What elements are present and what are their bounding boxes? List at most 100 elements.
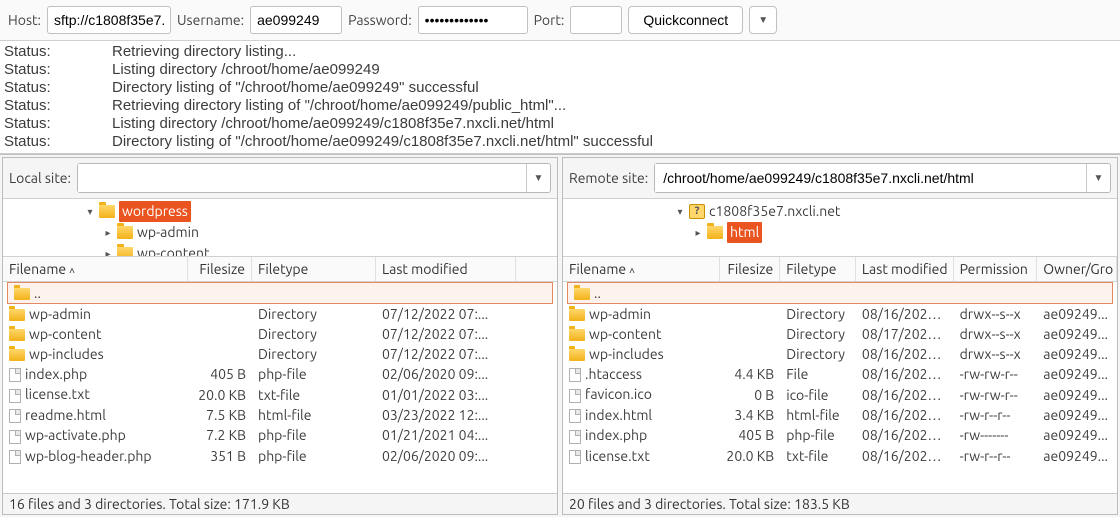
password-input[interactable] [418, 6, 528, 34]
folder-icon [9, 349, 25, 361]
log-line: Status:Listing directory /chroot/home/ae… [4, 61, 1116, 79]
file-row[interactable]: wp-contentDirectory08/17/2022 ...drwx--s… [563, 324, 1117, 344]
folder-icon [569, 309, 585, 321]
host-label: Host: [8, 12, 41, 28]
folder-icon [569, 349, 585, 361]
file-icon [569, 389, 581, 403]
log-label: Status: [4, 97, 112, 115]
column-lastmodified[interactable]: Last modified [856, 257, 954, 281]
tree-item[interactable]: wp-content [137, 243, 209, 257]
remote-columns-header: Filename˄ Filesize Filetype Last modifie… [563, 257, 1117, 282]
remote-path-dropdown[interactable]: ▼ [1086, 164, 1110, 192]
port-label: Port: [534, 12, 565, 28]
local-tree[interactable]: ▾ wordpress ▸ wp-admin ▸ wp-content [3, 199, 557, 257]
log-message: Directory listing of "/chroot/home/ae099… [112, 133, 653, 151]
file-row[interactable]: wp-adminDirectory07/12/2022 07:... [3, 304, 557, 324]
file-icon [569, 368, 581, 382]
tree-item-selected[interactable]: html [727, 222, 762, 243]
quickconnect-dropdown[interactable]: ▼ [749, 6, 777, 34]
file-row[interactable]: license.txt20.0 KBtxt-file08/16/2022 ...… [563, 446, 1117, 466]
remote-site-label: Remote site: [569, 170, 648, 186]
file-row[interactable]: wp-contentDirectory07/12/2022 07:... [3, 324, 557, 344]
file-icon [569, 450, 581, 464]
username-input[interactable] [250, 6, 342, 34]
folder-icon [14, 288, 30, 300]
chevron-down-icon: ▼ [758, 14, 768, 26]
file-row[interactable]: wp-includesDirectory08/16/2022 ...drwx--… [563, 344, 1117, 364]
tree-item[interactable]: wp-admin [137, 222, 199, 243]
local-site-label: Local site: [9, 170, 71, 186]
folder-icon [574, 288, 590, 300]
remote-file-list: Filename˄ Filesize Filetype Last modifie… [563, 257, 1117, 493]
tree-item[interactable]: c1808f35e7.nxcli.net [709, 201, 840, 222]
tree-expander-icon[interactable]: ▸ [103, 246, 113, 257]
connection-toolbar: Host: Username: Password: Port: Quickcon… [0, 0, 1120, 41]
file-row[interactable]: index.php405 Bphp-file08/16/2022 ...-rw-… [563, 425, 1117, 445]
file-row[interactable]: index.html3.4 KBhtml-file08/16/2022 ...-… [563, 405, 1117, 425]
log-message: Listing directory /chroot/home/ae099249/… [112, 115, 554, 133]
tree-item-selected[interactable]: wordpress [119, 201, 191, 222]
local-path-dropdown[interactable]: ▼ [526, 164, 550, 192]
file-row[interactable]: index.php405 Bphp-file02/06/2020 09:... [3, 364, 557, 384]
file-row[interactable]: wp-activate.php7.2 KBphp-file01/21/2021 … [3, 425, 557, 445]
column-filesize[interactable]: Filesize [720, 257, 780, 281]
column-permission[interactable]: Permission [954, 257, 1038, 281]
column-filetype[interactable]: Filetype [252, 257, 376, 281]
local-pane: Local site: ▼ ▾ wordpress ▸ wp-admin ▸ w… [2, 157, 558, 515]
remote-pane: Remote site: ▼ ▾ ? c1808f35e7.nxcli.net … [562, 157, 1118, 515]
file-row[interactable]: .. [567, 282, 1113, 304]
column-lastmodified[interactable]: Last modified [376, 257, 516, 281]
file-row[interactable]: wp-includesDirectory07/12/2022 07:... [3, 344, 557, 364]
quickconnect-button[interactable]: Quickconnect [628, 6, 743, 34]
port-input[interactable] [570, 6, 622, 34]
remote-tree[interactable]: ▾ ? c1808f35e7.nxcli.net ▸ html [563, 199, 1117, 257]
file-row[interactable]: license.txt20.0 KBtxt-file01/01/2022 03:… [3, 384, 557, 404]
file-row[interactable]: .. [7, 282, 553, 304]
file-row[interactable]: readme.html7.5 KBhtml-file03/23/2022 12:… [3, 405, 557, 425]
file-icon [9, 389, 21, 403]
log-line: Status:Retrieving directory listing of "… [4, 97, 1116, 115]
password-label: Password: [348, 12, 412, 28]
tree-expander-icon[interactable]: ▾ [675, 204, 685, 219]
tree-expander-icon[interactable]: ▸ [103, 225, 113, 240]
chevron-down-icon: ▼ [534, 172, 544, 184]
file-row[interactable]: wp-blog-header.php351 Bphp-file02/06/202… [3, 446, 557, 466]
local-columns-header: Filename˄ Filesize Filetype Last modifie… [3, 257, 557, 282]
log-label: Status: [4, 79, 112, 97]
file-row[interactable]: .htaccess4.4 KBFile08/16/2022 ...-rw-rw-… [563, 364, 1117, 384]
column-filename[interactable]: Filename˄ [3, 257, 188, 281]
file-row[interactable]: favicon.ico0 Bico-file08/16/2022 ...-rw-… [563, 384, 1117, 404]
host-input[interactable] [47, 6, 171, 34]
file-icon [9, 368, 21, 382]
unknown-folder-icon: ? [689, 204, 705, 219]
folder-icon [117, 247, 133, 257]
local-status-bar: 16 files and 3 directories. Total size: … [3, 493, 557, 514]
tree-expander-icon[interactable]: ▸ [693, 225, 703, 240]
sort-asc-icon: ˄ [69, 265, 75, 276]
tree-expander-icon[interactable]: ▾ [85, 204, 95, 219]
log-line: Status:Retrieving directory listing... [4, 43, 1116, 61]
column-filesize[interactable]: Filesize [188, 257, 252, 281]
file-icon [569, 409, 581, 423]
file-row[interactable]: wp-adminDirectory08/16/2022 ...drwx--s--… [563, 304, 1117, 324]
log-label: Status: [4, 61, 112, 79]
file-panes: Local site: ▼ ▾ wordpress ▸ wp-admin ▸ w… [0, 154, 1120, 517]
column-owner[interactable]: Owner/Gro [1037, 257, 1117, 281]
log-line: Status:Listing directory /chroot/home/ae… [4, 115, 1116, 133]
log-message: Listing directory /chroot/home/ae099249 [112, 61, 380, 79]
file-icon [9, 409, 21, 423]
remote-path-input[interactable] [655, 164, 1086, 192]
column-filetype[interactable]: Filetype [780, 257, 856, 281]
local-file-list: Filename˄ Filesize Filetype Last modifie… [3, 257, 557, 493]
folder-icon [9, 329, 25, 341]
remote-path-combo: ▼ [654, 163, 1111, 193]
folder-icon [117, 226, 133, 239]
log-line: Status:Directory listing of "/chroot/hom… [4, 133, 1116, 151]
local-path-input[interactable] [78, 164, 526, 192]
column-filename[interactable]: Filename˄ [563, 257, 720, 281]
folder-icon [569, 329, 585, 341]
log-message: Retrieving directory listing... [112, 43, 296, 61]
log-message: Directory listing of "/chroot/home/ae099… [112, 79, 479, 97]
log-label: Status: [4, 133, 112, 151]
folder-icon [707, 226, 723, 239]
